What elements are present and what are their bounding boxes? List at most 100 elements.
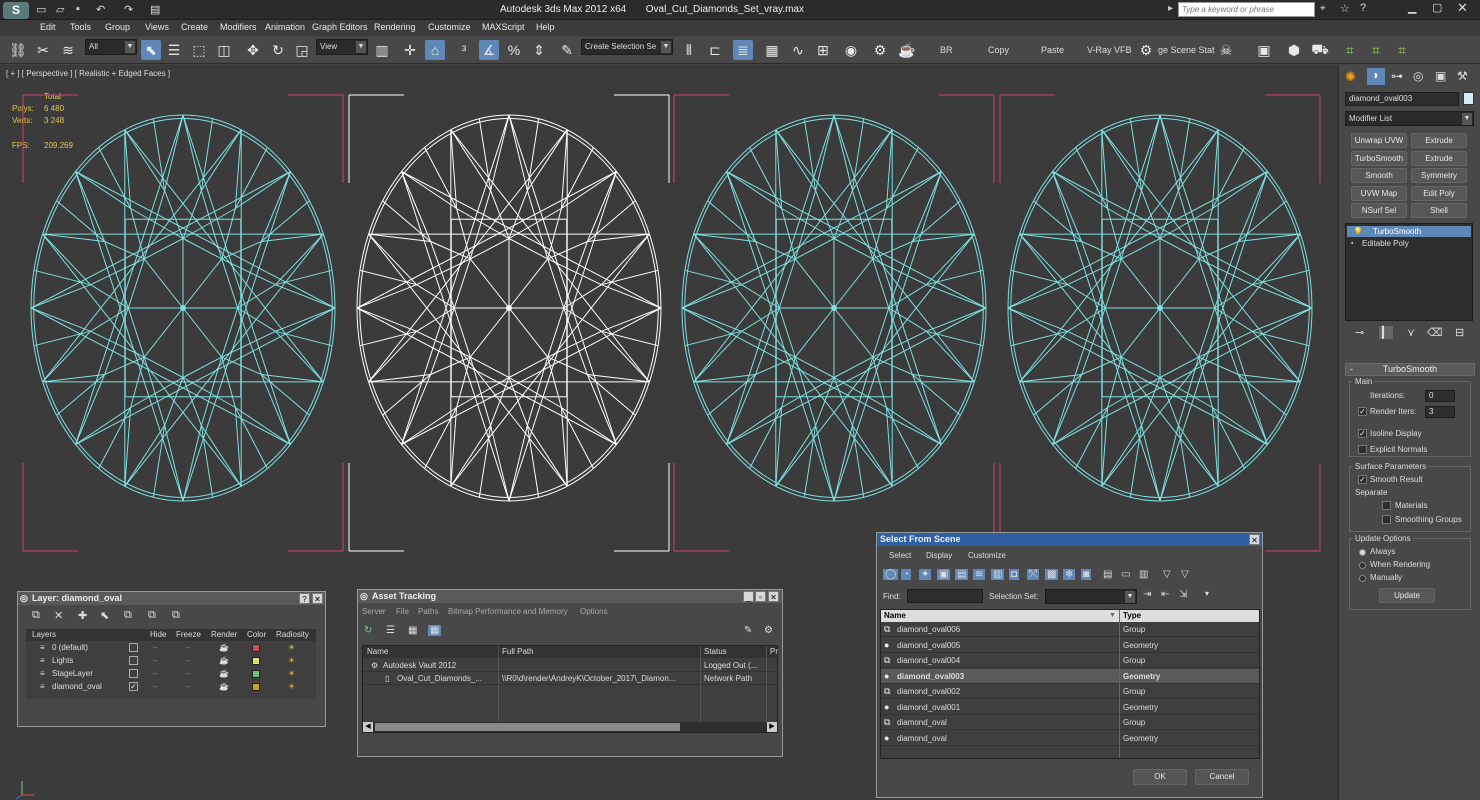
display-lights-icon[interactable]: ✦ <box>919 569 932 580</box>
layer-color-swatch[interactable] <box>252 657 260 665</box>
asset-row[interactable]: ⚙ Autodesk Vault 2012 Logged Out (... <box>363 659 777 672</box>
stack-item-editable-poly[interactable]: ▪ Editable Poly <box>1347 238 1471 249</box>
menu-animation[interactable]: Animation <box>265 22 305 32</box>
find-input[interactable] <box>907 589 983 603</box>
display-all-icon[interactable]: ▤ <box>1103 569 1112 580</box>
render-teapot-icon[interactable]: ☕ <box>219 641 229 654</box>
display-tab-icon[interactable]: ▣ <box>1435 69 1446 83</box>
layer-color-swatch[interactable] <box>252 670 260 678</box>
sort-icon[interactable]: ▼ <box>1109 610 1116 622</box>
col-object-name[interactable]: Name <box>884 610 906 622</box>
keyboard-shortcut-override-icon[interactable]: ⌂ <box>425 40 445 60</box>
window-crossing-icon[interactable]: ◫ <box>214 40 234 60</box>
when-rendering-radio[interactable] <box>1359 562 1366 569</box>
asset-menu-server[interactable]: Server <box>362 607 386 616</box>
render-teapot-icon[interactable]: ☕ <box>219 667 229 680</box>
add-to-layer-icon[interactable]: ✚ <box>78 609 87 622</box>
menu-modifiers[interactable]: Modifiers <box>220 22 257 32</box>
layer-row[interactable]: ≡ diamond_oval ✓ – – ☕ ☀ <box>26 680 316 693</box>
asset-help-icon[interactable]: ✎ <box>744 625 752 636</box>
close-icon[interactable]: ✕ <box>1457 0 1468 16</box>
manually-radio[interactable] <box>1359 575 1366 582</box>
rotate-icon[interactable]: ↻ <box>268 40 288 60</box>
save-set-icon[interactable]: ⇥ <box>1143 589 1151 600</box>
close-icon[interactable]: ✕ <box>312 593 323 604</box>
display-cameras-icon[interactable]: ▣ <box>937 569 951 580</box>
menu-create[interactable]: Create <box>181 22 208 32</box>
asset-menu-file[interactable]: File <box>396 607 409 616</box>
named-selection-set-dropdown[interactable]: Create Selection Se ▼ <box>581 39 673 55</box>
new-layer-icon[interactable]: ⧉ <box>32 609 40 622</box>
layer-row[interactable]: ≡ 0 (default) – – ☕ ☀ <box>26 641 316 654</box>
smooth-button[interactable]: Smooth <box>1351 168 1407 183</box>
modifier-stack[interactable]: 💡 TurboSmooth ▪ Editable Poly <box>1345 223 1473 321</box>
display-none-icon[interactable]: ▭ <box>1121 569 1130 580</box>
search-input[interactable] <box>1178 2 1315 17</box>
scroll-left-icon[interactable]: ◀ <box>363 722 373 732</box>
pivot-center-icon[interactable]: ▥ <box>372 40 392 60</box>
object-name-field[interactable]: diamond_oval003 <box>1345 92 1459 106</box>
binoculars-icon[interactable]: ⌖ <box>1320 3 1326 14</box>
minimize-icon[interactable]: ▁ <box>1408 1 1416 14</box>
close-icon[interactable]: ✕ <box>768 591 779 602</box>
render-teapot-icon[interactable]: ☕ <box>219 680 229 693</box>
scene-object-row[interactable]: ⧉ diamond_oval002 Group <box>881 684 1259 699</box>
br-button[interactable]: BR <box>940 45 953 55</box>
tool-a-icon[interactable]: ▣ <box>1254 40 1274 60</box>
maximize-icon[interactable]: ▫ <box>755 591 766 602</box>
scale-icon[interactable]: ◲ <box>292 40 312 60</box>
object-color-swatch[interactable] <box>1463 92 1474 105</box>
modify-tab-icon[interactable]: ◗ <box>1367 68 1385 85</box>
shell-button[interactable]: Shell <box>1411 203 1467 218</box>
col-status[interactable]: Status <box>704 646 727 658</box>
diamond-wireframe[interactable] <box>681 114 987 502</box>
menu-customize[interactable]: Customize <box>428 22 471 32</box>
percent-snap-icon[interactable]: % <box>504 40 524 60</box>
display-geometry-icon[interactable]: ◯ <box>883 569 899 580</box>
open-file-icon[interactable]: ▱ <box>56 3 64 16</box>
render-iters-spinner[interactable]: 3 <box>1425 406 1455 418</box>
layer-row[interactable]: ≡ Lights – – ☕ ☀ <box>26 654 316 667</box>
cancel-button[interactable]: Cancel <box>1195 769 1249 785</box>
hierarchy-tab-icon[interactable]: ⊶ <box>1391 69 1403 83</box>
scene-states-button[interactable]: ge Scene Stat <box>1158 45 1215 55</box>
symmetry-button[interactable]: Symmetry <box>1411 168 1467 183</box>
render-setup-icon[interactable]: ⚙ <box>870 40 890 60</box>
edit-named-selection-icon[interactable]: ✎ <box>557 40 577 60</box>
asset-row[interactable]: ▯ Oval_Cut_Diamonds_... \\R0\d\render\Andr… <box>363 672 777 685</box>
vray-vfb-button[interactable]: V-Ray VFB <box>1087 45 1132 55</box>
freeze-toggle-icon[interactable]: – <box>186 680 190 693</box>
scene-object-row[interactable]: ⧉ diamond_oval Group <box>881 715 1259 730</box>
search-arrow-icon[interactable]: ▸ <box>1168 3 1173 14</box>
table-view-icon[interactable]: ▦ <box>428 625 442 636</box>
freeze-toggle-icon[interactable]: – <box>186 641 190 654</box>
col-name[interactable]: Name <box>367 646 388 658</box>
remove-modifier-icon[interactable]: ⌫ <box>1427 326 1443 339</box>
col-hide[interactable]: Hide <box>150 629 166 641</box>
tool-c-icon[interactable]: ⛟ <box>1310 40 1330 60</box>
extrude-button[interactable]: Extrude <box>1411 133 1467 148</box>
material-editor-icon[interactable]: ◉ <box>841 40 861 60</box>
explicit-normals-checkbox[interactable] <box>1358 445 1367 454</box>
layer-current-checkbox[interactable]: ✓ <box>129 682 138 691</box>
select-and-manipulate-icon[interactable]: ✛ <box>400 40 420 60</box>
tool-b-icon[interactable]: ⬢ <box>1284 40 1304 60</box>
scene-object-row[interactable]: ● diamond_oval Geometry <box>881 731 1259 746</box>
col-pr[interactable]: Pr <box>770 646 778 658</box>
make-unique-icon[interactable]: ⋎ <box>1407 326 1415 339</box>
col-layers[interactable]: Layers <box>32 629 56 641</box>
maximize-icon[interactable]: ▢ <box>1432 1 1442 14</box>
menu-edit[interactable]: Edit <box>40 22 56 32</box>
highlight-layer-icon[interactable]: ⧉ <box>124 609 132 622</box>
configure-sets-icon[interactable]: ⊟ <box>1455 326 1464 339</box>
layer-color-swatch[interactable] <box>252 683 260 691</box>
menu-tools[interactable]: Tools <box>70 22 91 32</box>
diamond-wireframe[interactable] <box>356 114 662 502</box>
extrude-button-2[interactable]: Extrude <box>1411 151 1467 166</box>
turbosmooth-rollout-header[interactable]: - TurboSmooth <box>1345 363 1475 376</box>
reference-coordinate-dropdown[interactable]: View ▼ <box>316 39 368 55</box>
hide-toggle-icon[interactable]: – <box>153 641 157 654</box>
menu-help[interactable]: Help <box>536 22 555 32</box>
layer-window-titlebar[interactable]: ◎ Layer: diamond_oval <box>18 592 325 605</box>
smoothing-groups-checkbox[interactable] <box>1382 515 1391 524</box>
